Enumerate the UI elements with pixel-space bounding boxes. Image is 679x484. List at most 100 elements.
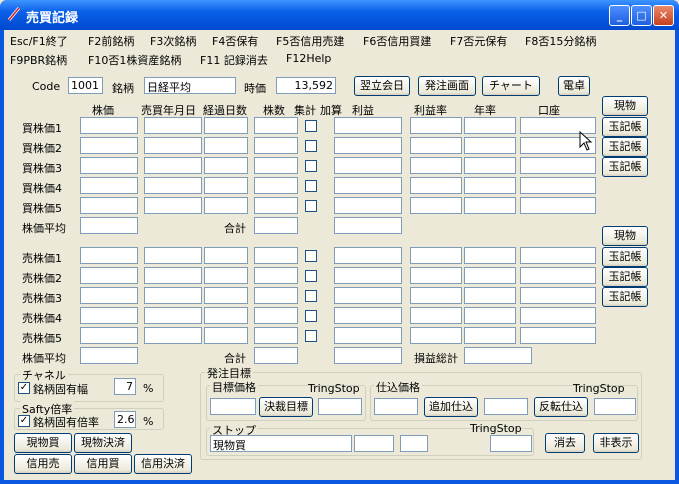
buy-cell[interactable] [520,177,596,194]
buy-cell[interactable] [464,197,516,214]
sell-cell[interactable] [464,327,516,344]
sell-cell[interactable] [334,247,402,264]
sell-cell[interactable] [464,287,516,304]
buy-total-checkbox[interactable] [305,140,317,152]
buy-spot-button[interactable]: 現物 [602,96,648,116]
sell-cell[interactable] [204,287,248,304]
menu-prev[interactable]: F2前銘柄 [88,33,134,49]
buy-cell[interactable] [410,197,462,214]
menu-pbr[interactable]: F9PBR銘柄 [10,52,67,68]
sell-cell[interactable] [254,307,298,324]
menu-15min[interactable]: F8否15分銘柄 [525,33,596,49]
buy-sum-field[interactable] [254,217,298,234]
buy-avg-field[interactable] [80,217,138,234]
close-button[interactable]: ✕ [653,5,674,26]
sell-cell[interactable] [334,307,402,324]
channel-value-field[interactable]: 7 [114,378,136,395]
sell-cell[interactable] [144,307,202,324]
sell-cell[interactable] [464,247,516,264]
sell-ledger-button-2[interactable]: 玉記帳 [602,267,648,287]
buy-cell[interactable] [410,177,462,194]
buy-cell[interactable] [254,177,298,194]
buy-cell[interactable] [410,157,462,174]
buy-cell[interactable] [464,137,516,154]
entry-price-field[interactable] [374,398,418,415]
stop-field[interactable]: 現物買 [210,435,352,452]
buy-cell[interactable] [464,117,516,134]
sell-cell[interactable] [410,267,462,284]
stop-field-2[interactable] [354,435,394,452]
sell-cell[interactable] [204,327,248,344]
sell-cell[interactable] [334,287,402,304]
buy-cell[interactable] [204,157,248,174]
clear-button[interactable]: 消去 [545,433,585,453]
buy-cell[interactable] [334,117,402,134]
sell-total-checkbox[interactable] [305,270,317,282]
price-field[interactable]: 13,592 [276,77,336,94]
sell-cell[interactable] [80,247,138,264]
sell-avg-field[interactable] [80,347,138,364]
sell-total-checkbox[interactable] [305,330,317,342]
next-day-button[interactable]: 翌立会日 [354,76,410,96]
sell-cell[interactable] [410,287,462,304]
buy-cell[interactable] [144,197,202,214]
target-price-field[interactable] [210,398,256,415]
sell-cell[interactable] [204,247,248,264]
sell-total-checkbox[interactable] [305,310,317,322]
buy-ledger-button-1[interactable]: 玉記帳 [602,117,648,137]
buy-cell[interactable] [464,157,516,174]
credit-sell-button[interactable]: 信用売 [14,454,72,474]
spot-buy-button[interactable]: 現物買 [14,433,72,453]
sell-cell[interactable] [410,327,462,344]
buy-total-checkbox[interactable] [305,160,317,172]
sell-cell[interactable] [464,267,516,284]
buy-cell[interactable] [334,157,402,174]
sell-cell[interactable] [520,247,596,264]
buy-cell[interactable] [80,177,138,194]
buy-total-checkbox[interactable] [305,180,317,192]
buy-cell[interactable] [254,137,298,154]
buy-cell[interactable] [144,117,202,134]
buy-cell[interactable] [80,197,138,214]
buy-ledger-button-2[interactable]: 玉記帳 [602,137,648,157]
menu-clear[interactable]: F11 記録消去 [200,52,268,68]
sell-cell[interactable] [520,327,596,344]
buy-cell[interactable] [254,197,298,214]
menu-credit-buy[interactable]: F6否信用買建 [363,33,431,49]
sell-cell[interactable] [80,327,138,344]
buy-cell[interactable] [80,137,138,154]
entry-tring-field[interactable] [594,398,636,415]
credit-buy-button[interactable]: 信用買 [74,454,132,474]
buy-cell[interactable] [204,177,248,194]
sell-total-checkbox[interactable] [305,290,317,302]
sell-cell[interactable] [144,247,202,264]
sell-cell[interactable] [144,327,202,344]
menu-hold[interactable]: F4否保有 [212,33,258,49]
maximize-button[interactable]: □ [631,5,652,26]
sell-cell[interactable] [80,267,138,284]
sell-cell[interactable] [520,287,596,304]
safety-checkbox[interactable]: ✓ [18,415,30,427]
sell-cell[interactable] [204,307,248,324]
buy-cell[interactable] [464,177,516,194]
buy-profit-sum-field[interactable] [334,217,402,234]
title-bar[interactable]: 売買記録 _ □ ✕ [0,0,679,30]
code-field[interactable]: 1001 [68,77,103,94]
buy-total-checkbox[interactable] [305,120,317,132]
buy-cell[interactable] [334,177,402,194]
reverse-entry-button[interactable]: 反転仕込 [534,397,588,417]
sell-cell[interactable] [254,247,298,264]
buy-cell[interactable] [204,117,248,134]
buy-cell[interactable] [334,137,402,154]
stop-tring-field[interactable] [490,435,532,452]
safety-value-field[interactable]: 2.6 [114,411,136,428]
menu-asset[interactable]: F10否1株資産銘柄 [88,52,181,68]
menu-next[interactable]: F3次銘柄 [150,33,196,49]
sell-cell[interactable] [144,287,202,304]
pl-total-field[interactable] [464,347,532,364]
sell-ledger-button-1[interactable]: 玉記帳 [602,247,648,267]
sell-sum-field[interactable] [254,347,298,364]
buy-cell[interactable] [520,157,596,174]
sell-cell[interactable] [204,267,248,284]
credit-settle-button[interactable]: 信用決済 [134,454,192,474]
